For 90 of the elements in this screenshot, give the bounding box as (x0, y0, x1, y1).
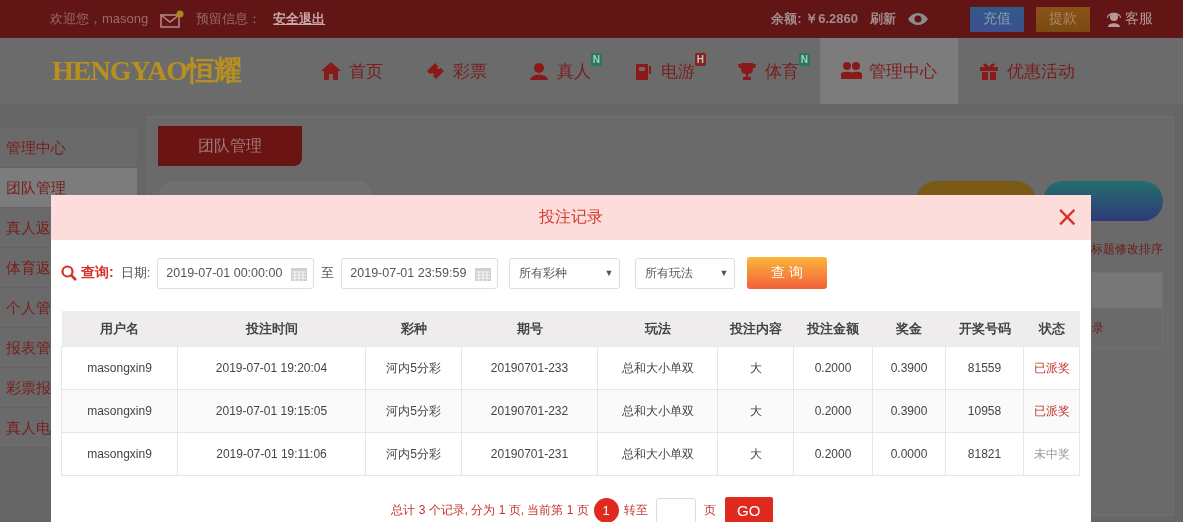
table-cell: 大 (717, 432, 794, 476)
badge: N (590, 53, 602, 66)
column-header: 开奖号码 (945, 311, 1024, 347)
logo[interactable]: HENGYAO恒耀 (52, 52, 260, 90)
column-header: 状态 (1023, 311, 1080, 347)
current-page[interactable]: 1 (593, 498, 619, 522)
status-text: 已派奖 (1023, 389, 1080, 433)
house-icon (321, 61, 342, 81)
welcome-text: 欢迎您，masong (50, 10, 149, 28)
search-icon (61, 265, 77, 281)
page-input[interactable] (655, 497, 696, 522)
person-icon (529, 61, 550, 81)
nav-item[interactable]: 首页 (300, 38, 404, 104)
service-link[interactable]: 客服 (1106, 10, 1153, 28)
table-cell: 0.0000 (872, 432, 946, 476)
column-header: 用户名 (61, 311, 178, 347)
dropdown[interactable]: 所有玩法 ▼ (635, 257, 736, 289)
table-cell: 河内5分彩 (365, 389, 462, 433)
table-cell: 录 (1092, 319, 1104, 337)
badge: H (694, 53, 706, 66)
column-header: 投注时间 (177, 311, 366, 347)
status-text: 未中奖 (1023, 432, 1080, 476)
withdraw-button[interactable]: 提款 (1036, 6, 1090, 32)
dialog-title: 投注记录 (539, 207, 603, 227)
table-cell: masongxin9 (61, 432, 178, 476)
column-header: 投注内容 (717, 311, 794, 347)
column-header: 期号 (461, 311, 598, 347)
deposit-button[interactable]: 充值 (970, 6, 1024, 32)
game-machine-icon (633, 61, 654, 81)
query-button[interactable]: 查 询 (747, 257, 828, 289)
badge: N (798, 53, 810, 66)
column-header: 玩法 (597, 311, 718, 347)
column-header: 奖金 (872, 311, 946, 347)
logout-link[interactable]: 安全退出 (273, 10, 326, 28)
table-cell: 20190701-232 (461, 389, 598, 433)
people-icon (841, 61, 862, 81)
balance-text: 余额: ￥6.2860 (771, 10, 858, 28)
panel-tab[interactable]: 团队管理 (158, 126, 302, 166)
date-label: 日期: (120, 264, 151, 282)
table-cell: 0.2000 (793, 346, 873, 390)
table-cell: masongxin9 (61, 389, 178, 433)
column-header: 投注金额 (793, 311, 873, 347)
to-label: 至 (321, 264, 335, 282)
table-cell: 总和大小单双 (597, 432, 718, 476)
table-cell: 2019-07-01 19:11:06 (177, 432, 366, 476)
page-label: 页 (703, 502, 716, 519)
gift-icon (979, 61, 1000, 81)
table-cell: 总和大小单双 (597, 346, 718, 390)
calendar-icon (291, 265, 308, 281)
close-button[interactable]: × (1055, 205, 1079, 229)
table-cell: 0.3900 (872, 389, 946, 433)
calendar-icon (475, 265, 492, 281)
sidebar-item[interactable]: 管理中心 (0, 128, 137, 168)
table-cell: masongxin9 (61, 346, 178, 390)
table-cell: 2019-07-01 19:20:04 (177, 346, 366, 390)
column-header: 彩种 (365, 311, 462, 347)
pagination-summary: 总计 3 个记录, 分为 1 页, 当前第 1 页 (391, 502, 589, 519)
go-button[interactable]: GO (724, 497, 773, 522)
caret-icon: ▼ (719, 268, 729, 278)
table-cell: 河内5分彩 (365, 346, 462, 390)
caret-icon: ▼ (604, 268, 614, 278)
table-cell: 大 (717, 346, 794, 390)
headset-icon (1106, 11, 1122, 27)
table-cell: 81559 (945, 346, 1024, 390)
query-label: 查询: (81, 264, 114, 282)
reserved-label: 预留信息： (196, 10, 262, 28)
ticket-icon (425, 61, 446, 81)
dropdown[interactable]: 所有彩种 ▼ (509, 257, 621, 289)
nav-item[interactable]: 彩票 (404, 38, 508, 104)
nav-item[interactable]: 管理中心 (820, 38, 958, 104)
sort-note: 标题修改排序 (1091, 241, 1163, 258)
table-cell: 总和大小单双 (597, 389, 718, 433)
table-cell: 20190701-231 (461, 432, 598, 476)
table-cell: 0.3900 (872, 346, 946, 390)
date-field[interactable]: 2019-07-01 23:59:59 (341, 257, 499, 289)
date-field[interactable]: 2019-07-01 00:00:00 (157, 257, 315, 289)
table-cell: 10958 (945, 389, 1024, 433)
table-cell: 81821 (945, 432, 1024, 476)
table-cell: 大 (717, 389, 794, 433)
nav-item[interactable]: 优惠活动 (958, 38, 1096, 104)
table-cell: 0.2000 (793, 432, 873, 476)
eye-icon (908, 12, 928, 26)
table-cell: 0.2000 (793, 389, 873, 433)
table-cell: 河内5分彩 (365, 432, 462, 476)
table-cell: 20190701-233 (461, 346, 598, 390)
trophy-icon (737, 61, 758, 81)
table-cell: 2019-07-01 19:15:05 (177, 389, 366, 433)
refresh-link[interactable]: 刷新 (870, 10, 896, 28)
status-text: 已派奖 (1023, 346, 1080, 390)
goto-label: 转至 (623, 502, 648, 519)
